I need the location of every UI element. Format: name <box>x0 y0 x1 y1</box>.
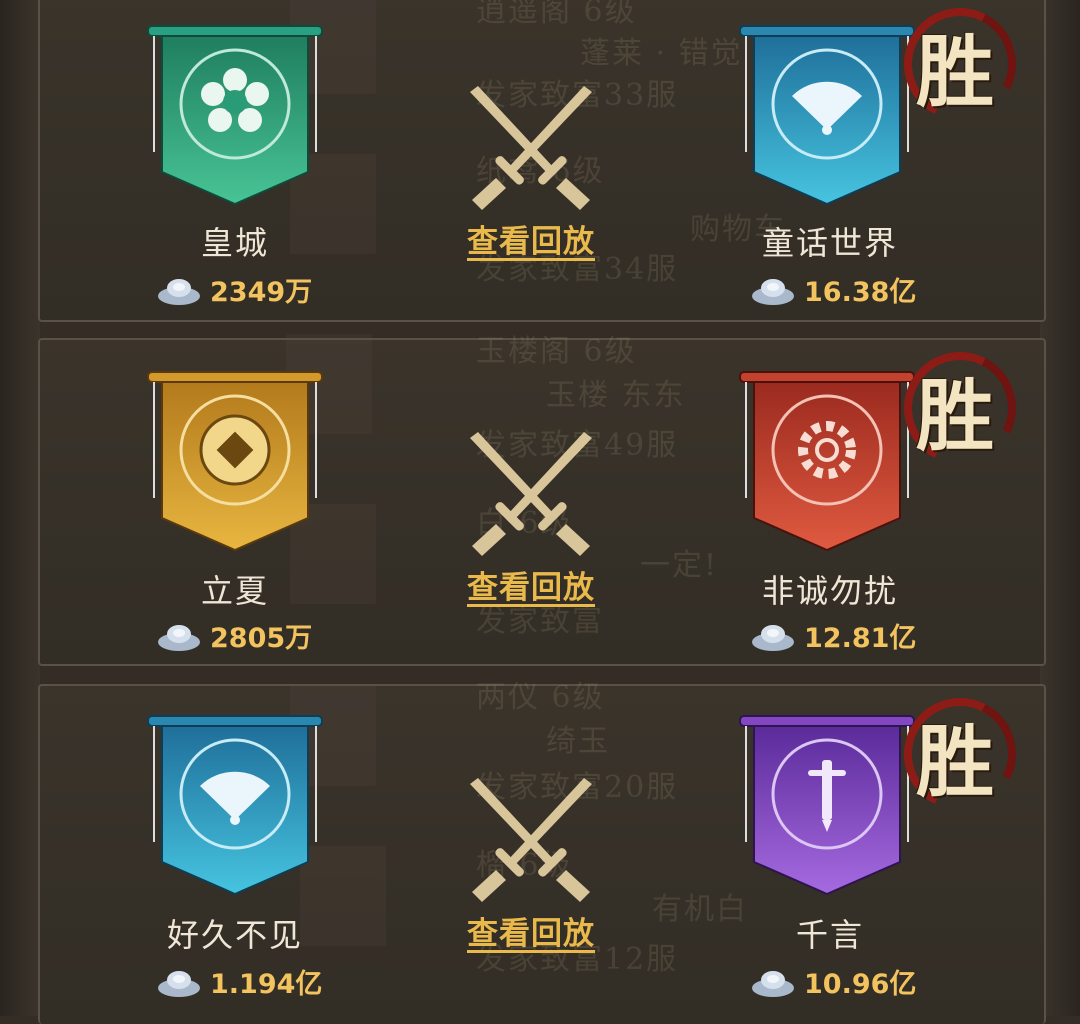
crossed-swords-icon <box>456 774 606 904</box>
view-replay-link[interactable]: 查看回放 <box>456 216 606 261</box>
silver-ingot-icon <box>158 624 200 651</box>
right-guild-banner[interactable] <box>738 712 916 898</box>
left-guild-name: 立夏 <box>200 572 269 610</box>
background-text: 绮玉 <box>546 724 610 759</box>
background-text: 玉楼阁 6级 <box>476 334 637 369</box>
right-guild-name: 非诚勿扰 <box>761 572 898 610</box>
victory-label: 胜 <box>916 717 995 808</box>
background-text: 逍遥阁 6级 <box>476 0 637 29</box>
left-guild-wealth: 2349万 <box>156 270 312 309</box>
wealth-value: 12.81亿 <box>804 623 917 654</box>
victory-badge: 胜 <box>889 337 1031 479</box>
right-guild-wealth: 12.81亿 <box>750 616 916 655</box>
left-guild-name: 皇城 <box>200 224 269 262</box>
left-guild-wealth: 1.194亿 <box>156 962 322 1001</box>
right-guild-wealth: 10.96亿 <box>750 962 916 1001</box>
right-guild-name: 千言 <box>795 916 864 954</box>
coin-emblem-icon <box>199 414 271 486</box>
view-replay-link[interactable]: 查看回放 <box>456 562 606 607</box>
wealth-value: 16.38亿 <box>804 277 917 308</box>
background-text: 两仪 6级 <box>476 680 605 715</box>
left-guild-banner[interactable] <box>146 22 324 208</box>
view-replay-link[interactable]: 查看回放 <box>456 908 606 953</box>
background-edge-left <box>0 0 40 1016</box>
wealth-value: 2805万 <box>210 623 313 654</box>
silver-ingot-icon <box>752 970 794 997</box>
victory-badge: 胜 <box>889 683 1031 825</box>
left-guild-name: 好久不见 <box>166 916 303 954</box>
right-guild-banner[interactable] <box>738 22 916 208</box>
wealth-value: 2349万 <box>210 277 313 308</box>
background-text: 蓬莱 · 错觉 <box>580 36 743 71</box>
wealth-value: 10.96亿 <box>804 969 917 1000</box>
crossed-swords-icon <box>456 428 606 558</box>
silver-ingot-icon <box>158 970 200 997</box>
crossed-swords-icon <box>456 82 606 212</box>
victory-label: 胜 <box>916 27 995 118</box>
wealth-value: 1.194亿 <box>210 969 323 1000</box>
right-guild-banner[interactable] <box>738 368 916 554</box>
left-guild-banner[interactable] <box>146 712 324 898</box>
silver-ingot-icon <box>752 278 794 305</box>
background-edge-right <box>1040 0 1080 1016</box>
victory-label: 胜 <box>916 371 995 462</box>
silver-ingot-icon <box>158 278 200 305</box>
silver-ingot-icon <box>752 624 794 651</box>
right-guild-name: 童话世界 <box>761 224 898 262</box>
left-guild-wealth: 2805万 <box>156 616 312 655</box>
background-text: 玉楼 东东 <box>546 378 686 413</box>
right-guild-wealth: 16.38亿 <box>750 270 916 309</box>
left-guild-banner[interactable] <box>146 368 324 554</box>
victory-badge: 胜 <box>889 0 1031 135</box>
